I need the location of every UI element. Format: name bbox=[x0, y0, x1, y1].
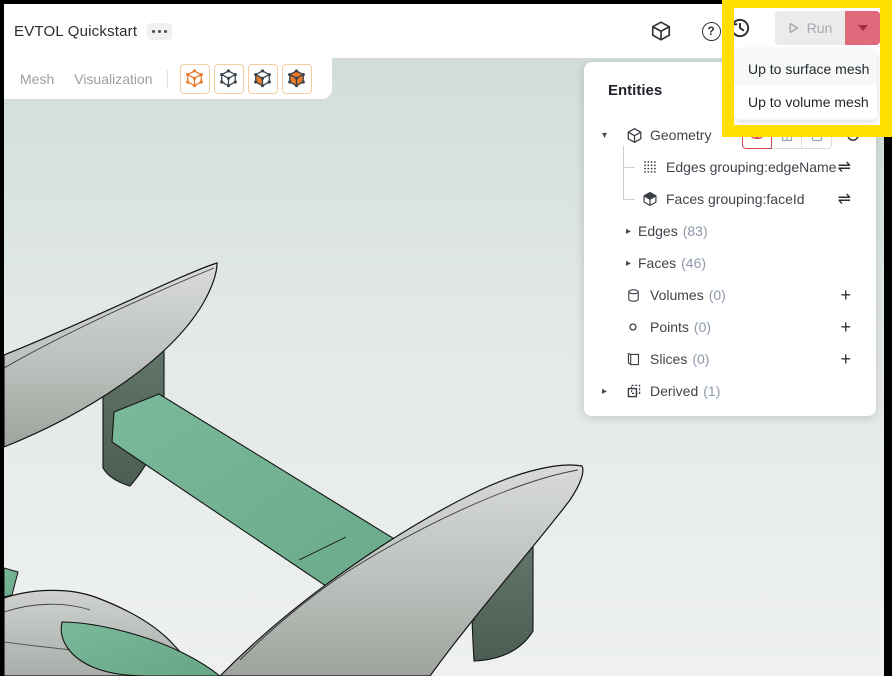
run-menu-item[interactable]: Up to surface mesh bbox=[734, 52, 877, 85]
tree-row-label: Derived bbox=[650, 383, 698, 399]
tree-row-label: Geometry bbox=[650, 127, 711, 143]
volume-icon bbox=[626, 288, 650, 303]
add-entity-button[interactable]: + bbox=[840, 317, 851, 338]
geometry-icon bbox=[626, 127, 650, 144]
project-menu-button[interactable] bbox=[147, 23, 172, 40]
caret-down-icon bbox=[858, 25, 868, 31]
tree-row-count: (0) bbox=[692, 351, 709, 367]
play-icon bbox=[788, 22, 799, 34]
derived-icon bbox=[626, 383, 650, 399]
model-cube-icon[interactable] bbox=[648, 18, 674, 44]
run-dropdown-menu: Up to surface meshUp to volume mesh bbox=[734, 50, 877, 120]
tree-row-label: Faces grouping:faceId bbox=[666, 191, 805, 207]
run-dropdown-button[interactable] bbox=[845, 11, 880, 45]
help-icon[interactable]: ? bbox=[698, 18, 724, 44]
regroup-swap-icon[interactable]: ⇌ bbox=[838, 157, 851, 177]
tree-row-label: Edges bbox=[638, 223, 678, 239]
run-button[interactable]: Run bbox=[775, 11, 845, 45]
tree-row-label: Edges grouping:edgeName bbox=[666, 159, 836, 175]
points-cube-icon-button[interactable] bbox=[214, 64, 244, 94]
tree-row-label: Faces bbox=[638, 255, 676, 271]
tree-row-label: Points bbox=[650, 319, 689, 335]
history-icon[interactable] bbox=[734, 15, 753, 46]
highlight-box: Run Up to surface meshUp to volume mesh bbox=[722, 0, 892, 137]
tab-visualization[interactable]: Visualization bbox=[74, 71, 152, 87]
expand-arrow-icon[interactable]: ▸ bbox=[600, 386, 626, 397]
expand-arrow-icon[interactable]: ▸ bbox=[624, 226, 638, 237]
tree-row-faces[interactable]: ▸Faces (46) bbox=[584, 247, 876, 279]
edges-grouping-icon bbox=[642, 159, 666, 175]
expand-arrow-icon[interactable]: ▸ bbox=[624, 258, 638, 269]
add-entity-button[interactable]: + bbox=[840, 285, 851, 306]
tree-row-count: (83) bbox=[683, 223, 708, 239]
toolbar-divider bbox=[167, 70, 168, 88]
tree-row-count: (46) bbox=[681, 255, 706, 271]
tree-row-volumes[interactable]: Volumes (0) + bbox=[584, 279, 876, 311]
point-icon bbox=[626, 320, 650, 334]
tree-row-count: (0) bbox=[694, 319, 711, 335]
tab-mesh[interactable]: Mesh bbox=[20, 71, 54, 87]
tree-row-slices[interactable]: Slices (0) + bbox=[584, 343, 876, 375]
highlight-window: Run Up to surface meshUp to volume mesh bbox=[734, 8, 880, 125]
slice-icon bbox=[626, 352, 650, 367]
collapse-arrow-icon[interactable]: ▾ bbox=[600, 130, 626, 141]
add-entity-button[interactable]: + bbox=[840, 349, 851, 370]
volume-cube-icon-button[interactable] bbox=[282, 64, 312, 94]
tree-row-count: (1) bbox=[703, 383, 720, 399]
run-menu-item[interactable]: Up to volume mesh bbox=[734, 85, 877, 118]
viewport-toolbar: Mesh Visualization bbox=[4, 58, 332, 99]
tree-row-derived[interactable]: ▸ Derived (1) bbox=[584, 375, 876, 407]
tree-row-label: Volumes bbox=[650, 287, 704, 303]
surface-cube-icon-button[interactable] bbox=[248, 64, 278, 94]
project-title: EVTOL Quickstart bbox=[14, 23, 137, 40]
left-wing-fragment[interactable] bbox=[4, 568, 18, 597]
tree-row-count: (0) bbox=[709, 287, 726, 303]
tree-row-label: Slices bbox=[650, 351, 687, 367]
tree-row-points[interactable]: Points (0) + bbox=[584, 311, 876, 343]
tree-row-faces-grouping[interactable]: Faces grouping:faceId ⇌ bbox=[584, 183, 876, 215]
run-button-label: Run bbox=[807, 20, 833, 36]
faces-grouping-icon bbox=[642, 191, 666, 207]
tree-row-edges[interactable]: ▸Edges (83) bbox=[584, 215, 876, 247]
regroup-swap-icon[interactable]: ⇌ bbox=[838, 189, 851, 209]
wireframe-cube-icon-button[interactable] bbox=[180, 64, 210, 94]
tree-row-edges-grouping[interactable]: Edges grouping:edgeName⇌ bbox=[584, 151, 876, 183]
